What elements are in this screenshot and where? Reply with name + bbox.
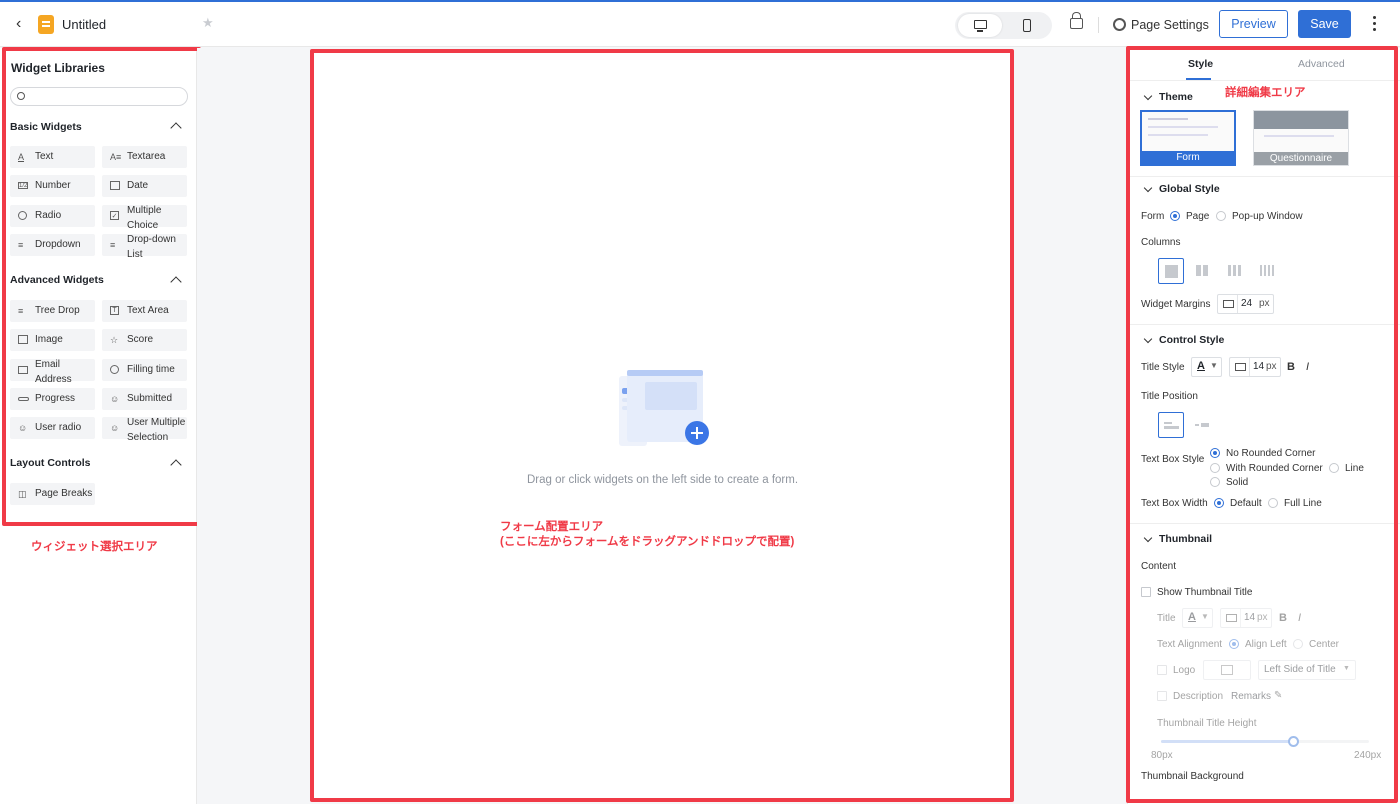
save-button[interactable]: Save <box>1298 10 1351 38</box>
properties-area-annotation: 詳細編集エリア <box>1225 87 1306 99</box>
canvas-annotation: フォーム配置エリア (ここに左からフォームをドラッグアンドドロップで配置) <box>500 520 794 550</box>
back-icon[interactable]: ‹ <box>16 16 30 32</box>
mobile-view-button[interactable] <box>1005 14 1049 37</box>
widget-area-annotation: ウィジェット選択エリア <box>31 541 158 553</box>
empty-canvas-hint: Drag or click widgets on the left side t… <box>527 474 799 486</box>
desktop-view-button[interactable] <box>958 14 1002 37</box>
widget-area-highlight <box>2 47 201 526</box>
divider <box>1098 17 1099 33</box>
device-toggle <box>955 12 1052 39</box>
document-icon <box>38 15 54 34</box>
more-menu-icon[interactable] <box>1373 16 1377 34</box>
preview-button[interactable]: Preview <box>1219 10 1288 38</box>
lock-icon[interactable] <box>1070 12 1083 29</box>
monitor-icon <box>974 20 987 32</box>
empty-form-illustration <box>619 370 709 446</box>
page-settings-button[interactable]: Page Settings <box>1131 18 1209 32</box>
canvas-annotation-line2: (ここに左からフォームをドラッグアンドドロップで配置) <box>500 536 795 548</box>
properties-area-highlight <box>1126 46 1398 803</box>
phone-icon <box>1023 19 1031 32</box>
star-icon[interactable]: ★ <box>202 15 214 31</box>
canvas-annotation-line1: フォーム配置エリア <box>500 521 604 533</box>
doc-title[interactable]: Untitled <box>62 17 106 32</box>
top-bar: ‹ Untitled ★ Page Settings Preview Save <box>0 2 1400 47</box>
gear-icon[interactable] <box>1113 18 1126 31</box>
